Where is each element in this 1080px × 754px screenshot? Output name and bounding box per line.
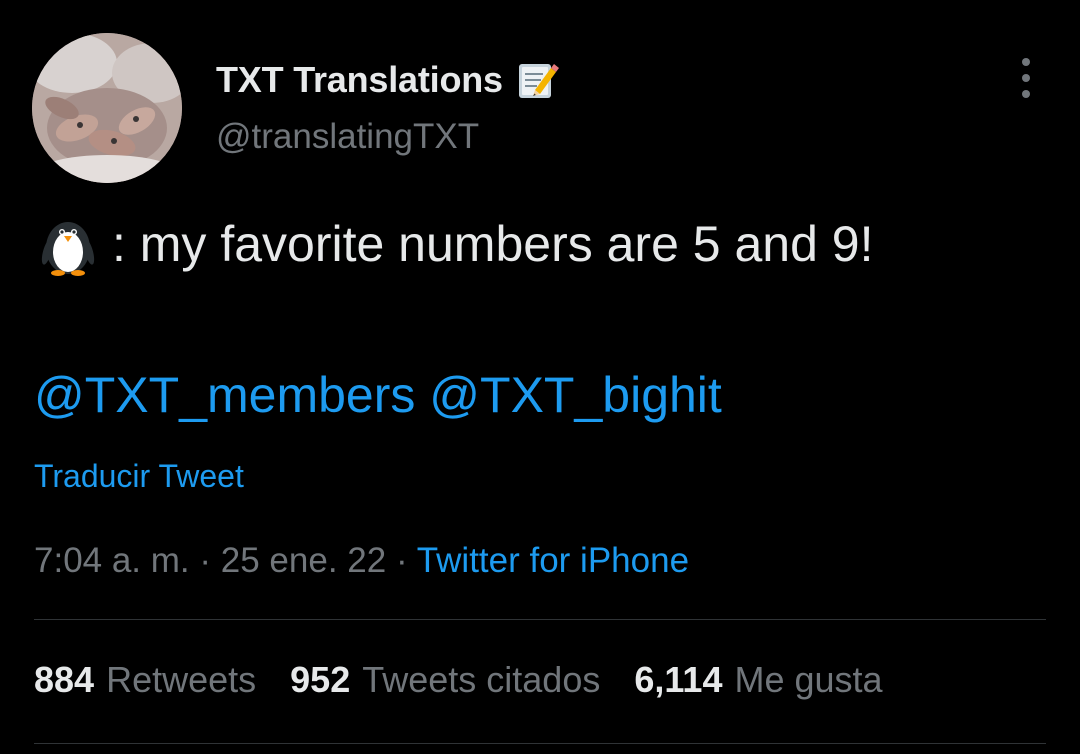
avatar[interactable] bbox=[32, 33, 182, 183]
stat-label: Tweets citados bbox=[362, 659, 601, 700]
divider bbox=[34, 743, 1046, 744]
tweet-time[interactable]: 7:04 a. m. bbox=[34, 541, 190, 580]
tweet-date[interactable]: 25 ene. 22 bbox=[221, 541, 386, 580]
stat-count: 952 bbox=[290, 659, 351, 700]
tweet-body: : my favorite numbers are 5 and 9! bbox=[36, 212, 873, 276]
translate-tweet-link[interactable]: Traducir Tweet bbox=[34, 458, 244, 495]
memo-icon bbox=[515, 58, 559, 102]
display-name[interactable]: TXT Translations bbox=[216, 59, 503, 101]
username[interactable]: @translatingTXT bbox=[216, 117, 479, 157]
likes-stat[interactable]: 6,114 Me gusta bbox=[634, 659, 882, 701]
meta-separator: · bbox=[395, 541, 408, 580]
stat-label: Me gusta bbox=[734, 659, 883, 700]
tweet-source-link[interactable]: Twitter for iPhone bbox=[417, 541, 689, 580]
tweet-text: : my favorite numbers are 5 and 9! bbox=[112, 216, 874, 272]
retweets-stat[interactable]: 884 Retweets bbox=[34, 659, 256, 701]
stat-count: 884 bbox=[34, 659, 95, 700]
quote-tweets-stat[interactable]: 952 Tweets citados bbox=[290, 659, 600, 701]
mention-link[interactable]: @TXT_bighit bbox=[429, 367, 722, 423]
penguin-icon bbox=[36, 212, 100, 276]
avatar-photo bbox=[32, 33, 182, 183]
tweet-mentions: @TXT_members @TXT_bighit bbox=[34, 366, 722, 424]
tweet-meta: 7:04 a. m. · 25 ene. 22 · Twitter for iP… bbox=[34, 541, 689, 581]
more-dot-icon bbox=[1022, 58, 1030, 66]
more-options-button[interactable] bbox=[1014, 58, 1038, 98]
divider bbox=[34, 619, 1046, 620]
more-dot-icon bbox=[1022, 90, 1030, 98]
more-dot-icon bbox=[1022, 74, 1030, 82]
tweet-stats: 884 Retweets 952 Tweets citados 6,114 Me… bbox=[34, 659, 883, 701]
stat-label: Retweets bbox=[106, 659, 257, 700]
meta-separator: · bbox=[199, 541, 212, 580]
mention-link[interactable]: @TXT_members bbox=[34, 367, 415, 423]
stat-count: 6,114 bbox=[634, 659, 723, 700]
author-name-row[interactable]: TXT Translations bbox=[216, 58, 559, 102]
